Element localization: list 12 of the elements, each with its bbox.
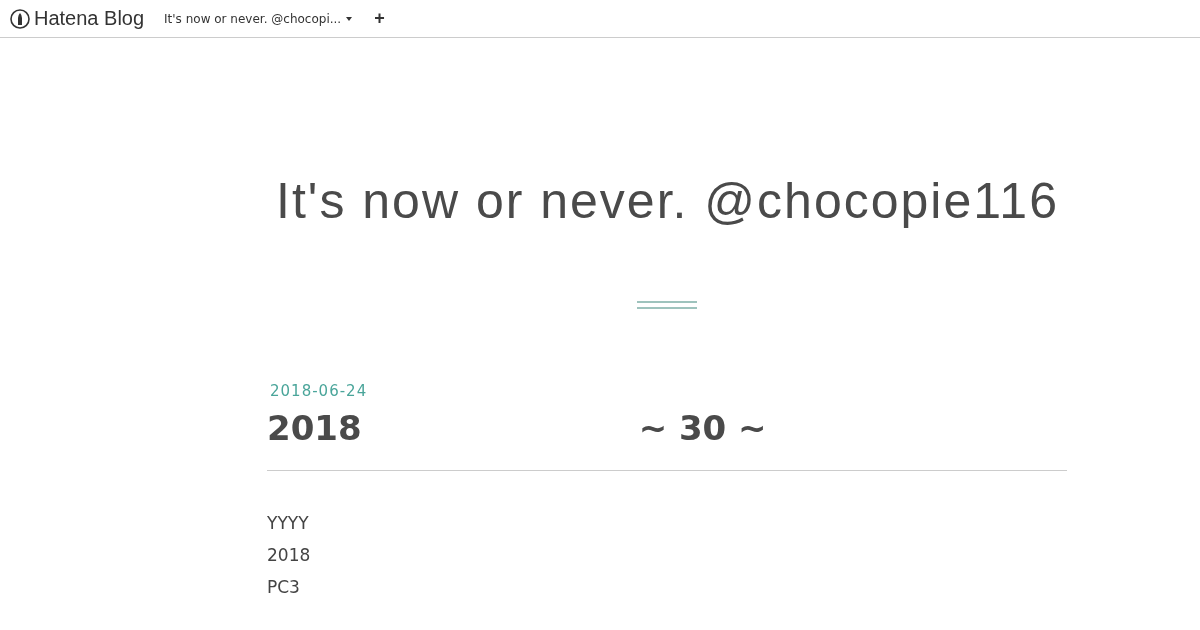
entry-title[interactable]: 2018 (267, 408, 362, 448)
hatena-blog-logo[interactable]: Hatena Blog (10, 7, 145, 30)
body-text: PC3 (267, 576, 301, 599)
caret-icon (346, 16, 353, 21)
blog-menu[interactable]: It's now or never. @chocopi... (164, 11, 353, 26)
logo-icon (10, 8, 30, 29)
body-text: 2018 (267, 544, 312, 567)
add-button[interactable]: + (374, 8, 385, 29)
entry-title[interactable]: ~ 30 ~ (638, 408, 767, 448)
body-text: YYYY (267, 512, 310, 535)
title-divider-icon (637, 300, 697, 310)
blog-title[interactable]: It's now or never. @chocopie116 (0, 172, 1200, 230)
